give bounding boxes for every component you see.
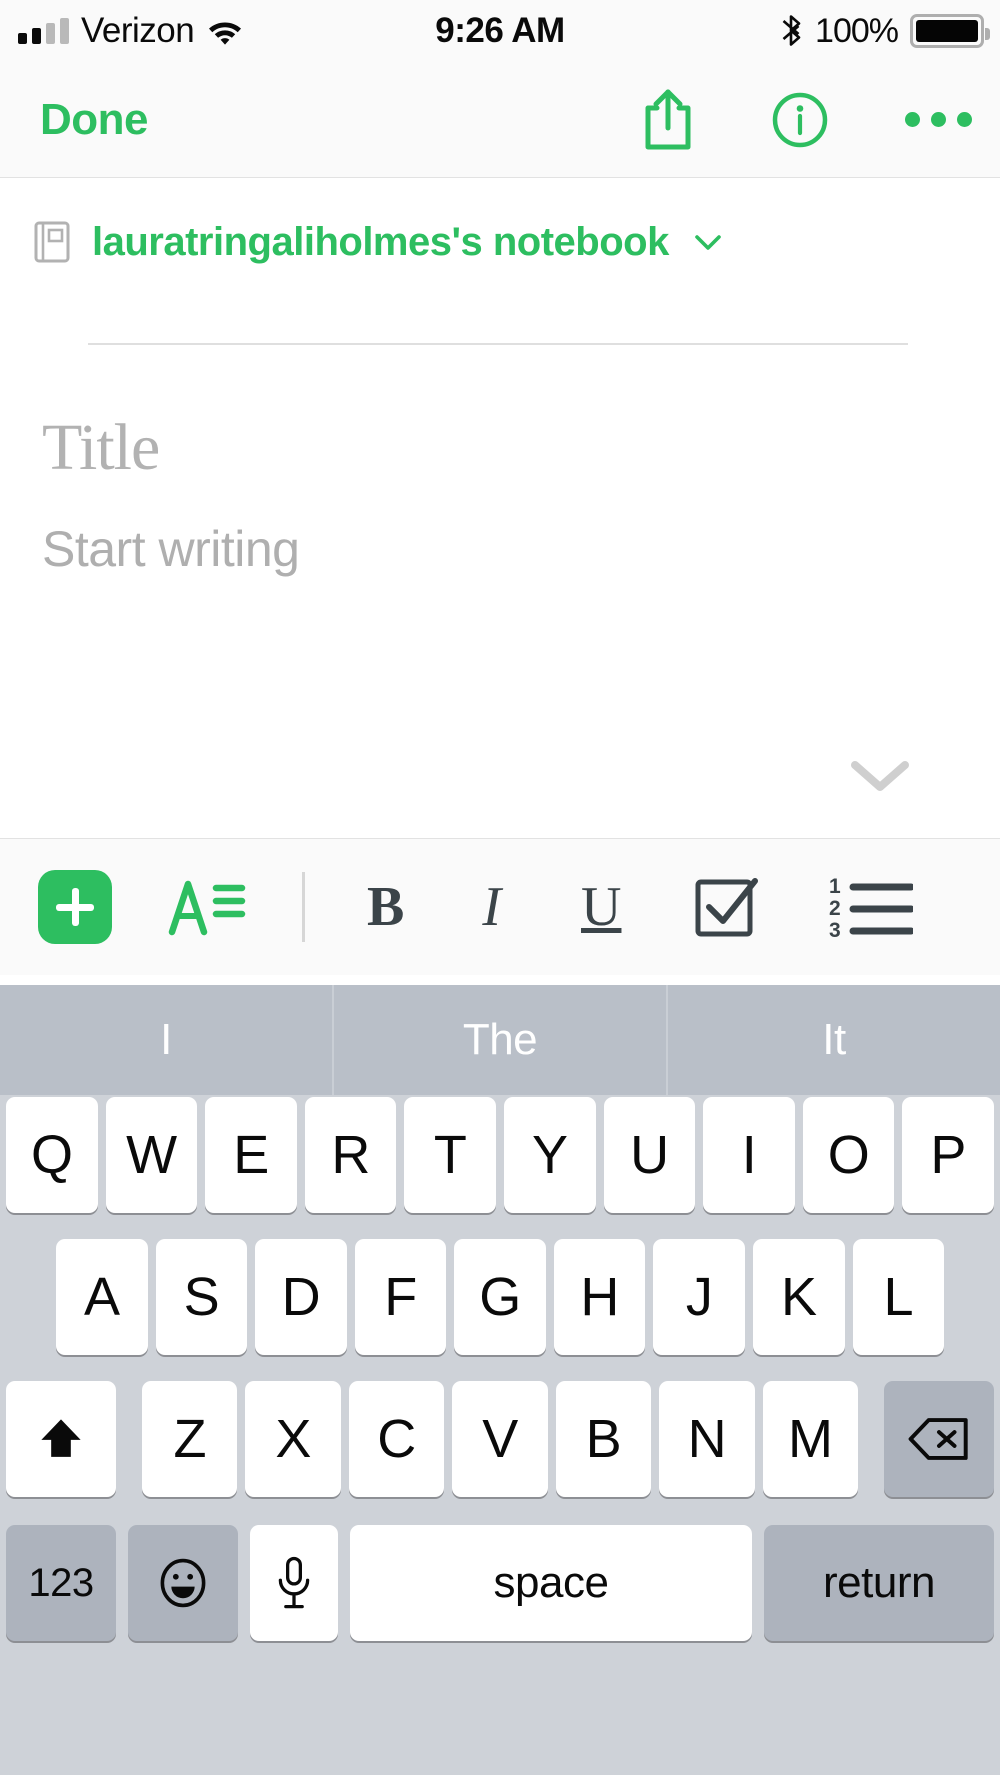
- keyboard-row-4: 123 space return: [0, 1523, 1000, 1643]
- note-body-input[interactable]: Start writing: [42, 520, 902, 578]
- key-j[interactable]: J: [653, 1239, 745, 1355]
- underline-button[interactable]: U: [581, 875, 621, 939]
- bluetooth-icon: [781, 15, 803, 47]
- header-divider: [88, 343, 908, 345]
- svg-text:3: 3: [829, 919, 841, 940]
- svg-text:2: 2: [829, 897, 841, 920]
- key-s[interactable]: S: [155, 1239, 248, 1355]
- formatting-toolbar: B I U 1 2 3: [0, 838, 1000, 975]
- key-g[interactable]: G: [454, 1239, 546, 1355]
- key-n[interactable]: N: [659, 1381, 755, 1497]
- keyboard-row-1: Q W E R T Y U I O P: [0, 1095, 1000, 1215]
- keyboard-row-2: A S D F G H J K L: [0, 1237, 1000, 1357]
- nav-actions: [641, 88, 972, 152]
- key-x[interactable]: X: [245, 1381, 341, 1497]
- key-p[interactable]: P: [902, 1097, 994, 1213]
- text-style-icon[interactable]: [166, 876, 246, 938]
- key-o[interactable]: O: [802, 1097, 895, 1213]
- keyboard-row-3: Z X C V B N M: [0, 1379, 1000, 1499]
- key-m[interactable]: M: [762, 1381, 858, 1497]
- return-key[interactable]: return: [764, 1525, 994, 1641]
- info-icon[interactable]: [771, 91, 829, 149]
- suggestion-item[interactable]: I: [0, 985, 332, 1095]
- key-i[interactable]: I: [703, 1097, 795, 1213]
- key-l[interactable]: L: [852, 1239, 945, 1355]
- suggestion-item[interactable]: It: [666, 985, 1000, 1095]
- italic-button[interactable]: I: [482, 875, 501, 939]
- key-v[interactable]: V: [452, 1381, 548, 1497]
- note-title-input[interactable]: Title: [42, 410, 902, 486]
- bold-button[interactable]: B: [367, 875, 404, 939]
- checkbox-checked-icon[interactable]: [693, 874, 759, 940]
- key-u[interactable]: U: [603, 1097, 696, 1213]
- predictive-text-bar: I The It: [0, 985, 1000, 1095]
- backspace-icon[interactable]: [883, 1381, 994, 1497]
- toolbar-divider: [302, 872, 305, 942]
- keyboard-dismiss-chevron-down-icon[interactable]: [845, 752, 915, 796]
- emoji-icon[interactable]: [128, 1525, 238, 1641]
- shift-icon[interactable]: [6, 1381, 116, 1497]
- notebook-selector[interactable]: lauratringaliholmes's notebook: [0, 200, 1000, 284]
- battery-percent-label: 100%: [815, 11, 899, 50]
- key-d[interactable]: D: [255, 1239, 347, 1355]
- key-h[interactable]: H: [553, 1239, 646, 1355]
- status-bar-right: 100%: [781, 11, 990, 51]
- key-q[interactable]: Q: [6, 1097, 98, 1213]
- notebook-name-label: lauratringaliholmes's notebook: [92, 219, 669, 264]
- share-icon[interactable]: [641, 88, 695, 152]
- numbered-list-icon[interactable]: 1 2 3: [829, 874, 914, 940]
- on-screen-keyboard: Q W E R T Y U I O P A S D F G H J K L Z …: [0, 1095, 1000, 1775]
- add-content-button[interactable]: [38, 870, 112, 944]
- battery-full-icon: [910, 14, 990, 48]
- svg-text:1: 1: [829, 875, 841, 898]
- more-options-icon[interactable]: [905, 112, 972, 127]
- key-r[interactable]: R: [304, 1097, 397, 1213]
- done-button[interactable]: Done: [0, 95, 149, 145]
- numbers-key[interactable]: 123: [6, 1525, 116, 1641]
- microphone-icon[interactable]: [250, 1525, 338, 1641]
- key-z[interactable]: Z: [142, 1381, 238, 1497]
- notebook-icon: [32, 220, 72, 264]
- note-editor-screen: Verizon 9:26 AM 100% Done lauratringalih…: [0, 0, 1000, 1775]
- key-t[interactable]: T: [404, 1097, 496, 1213]
- key-w[interactable]: W: [105, 1097, 198, 1213]
- suggestion-item[interactable]: The: [332, 985, 666, 1095]
- status-bar: Verizon 9:26 AM 100%: [0, 0, 1000, 62]
- key-f[interactable]: F: [354, 1239, 447, 1355]
- key-b[interactable]: B: [555, 1381, 652, 1497]
- key-c[interactable]: C: [348, 1381, 445, 1497]
- key-e[interactable]: E: [205, 1097, 297, 1213]
- space-key[interactable]: space: [350, 1525, 752, 1641]
- key-a[interactable]: A: [56, 1239, 148, 1355]
- navigation-bar: Done: [0, 62, 1000, 178]
- chevron-down-icon: [691, 225, 725, 259]
- key-k[interactable]: K: [752, 1239, 845, 1355]
- key-y[interactable]: Y: [503, 1097, 596, 1213]
